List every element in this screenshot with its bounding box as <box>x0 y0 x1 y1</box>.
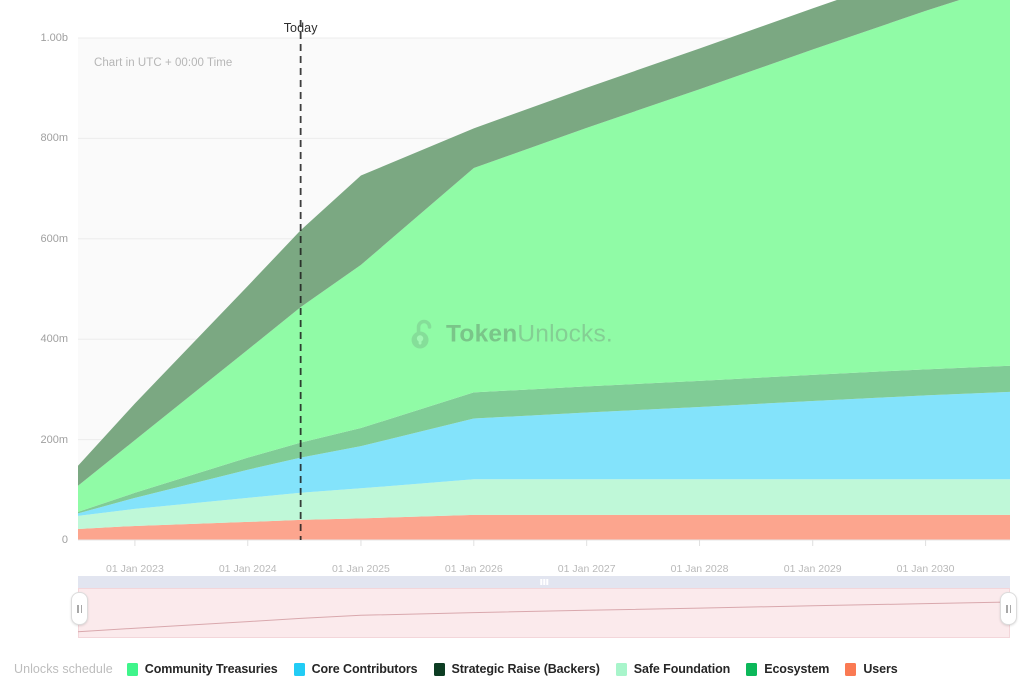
legend-item-core-contributors[interactable]: Core Contributors <box>294 662 418 676</box>
x-axis-tick-label: 01 Jan 2027 <box>558 563 616 575</box>
legend-swatch-icon <box>127 663 138 676</box>
x-axis-tick-label: 01 Jan 2026 <box>445 563 503 575</box>
range-handle-right[interactable] <box>1000 592 1017 625</box>
range-selector[interactable] <box>78 576 1010 638</box>
legend-item-strategic-raise-backers-[interactable]: Strategic Raise (Backers) <box>434 662 600 676</box>
legend-swatch-icon <box>294 663 305 676</box>
range-handle-left[interactable] <box>71 592 88 625</box>
range-mini-sparkline <box>78 588 1010 638</box>
y-axis-tick-label: 200m <box>6 434 68 446</box>
legend-item-safe-foundation[interactable]: Safe Foundation <box>616 662 730 676</box>
y-axis-tick-label: 1.00b <box>6 32 68 44</box>
token-unlocks-chart-page: Today Chart in UTC + 00:00 Time TokenUnl… <box>0 0 1024 694</box>
legend-item-label: Strategic Raise (Backers) <box>452 662 600 676</box>
x-axis-tick-label: 01 Jan 2025 <box>332 563 390 575</box>
legend-item-community-treasuries[interactable]: Community Treasuries <box>127 662 278 676</box>
legend-item-label: Users <box>863 662 897 676</box>
range-drag-grip <box>540 579 548 585</box>
y-axis-tick-label: 800m <box>6 132 68 144</box>
range-mini-preview <box>78 588 1010 638</box>
x-axis-tick-label: 01 Jan 2029 <box>784 563 842 575</box>
legend-item-label: Ecosystem <box>764 662 829 676</box>
unlocks-area-chart[interactable]: Today Chart in UTC + 00:00 Time TokenUnl… <box>0 0 1024 565</box>
x-axis-tick-label: 01 Jan 2028 <box>671 563 729 575</box>
y-axis-tick-label: 600m <box>6 233 68 245</box>
legend-swatch-icon <box>746 663 757 676</box>
range-drag-bar[interactable] <box>78 576 1010 588</box>
x-axis-tick-label: 01 Jan 2023 <box>106 563 164 575</box>
y-axis-tick-label: 400m <box>6 333 68 345</box>
legend-item-label: Safe Foundation <box>634 662 730 676</box>
legend-item-label: Community Treasuries <box>145 662 278 676</box>
y-axis-tick-label: 0 <box>6 534 68 546</box>
legend-item-list: Community Treasuries Core Contributors Str… <box>127 662 914 676</box>
legend-item-users[interactable]: Users <box>845 662 897 676</box>
legend-swatch-icon <box>434 663 445 676</box>
legend-swatch-icon <box>616 663 627 676</box>
legend-title: Unlocks schedule <box>14 662 113 676</box>
legend-item-label: Core Contributors <box>312 662 418 676</box>
utc-timezone-note: Chart in UTC + 00:00 Time <box>94 57 232 69</box>
x-axis-tick-label: 01 Jan 2024 <box>219 563 277 575</box>
chart-canvas <box>0 0 1024 565</box>
chart-legend: Unlocks schedule Community Treasuries Cor… <box>14 662 914 676</box>
x-axis-tick-label: 01 Jan 2030 <box>897 563 955 575</box>
legend-swatch-icon <box>845 663 856 676</box>
legend-item-ecosystem[interactable]: Ecosystem <box>746 662 829 676</box>
today-marker-label: Today <box>284 21 318 35</box>
